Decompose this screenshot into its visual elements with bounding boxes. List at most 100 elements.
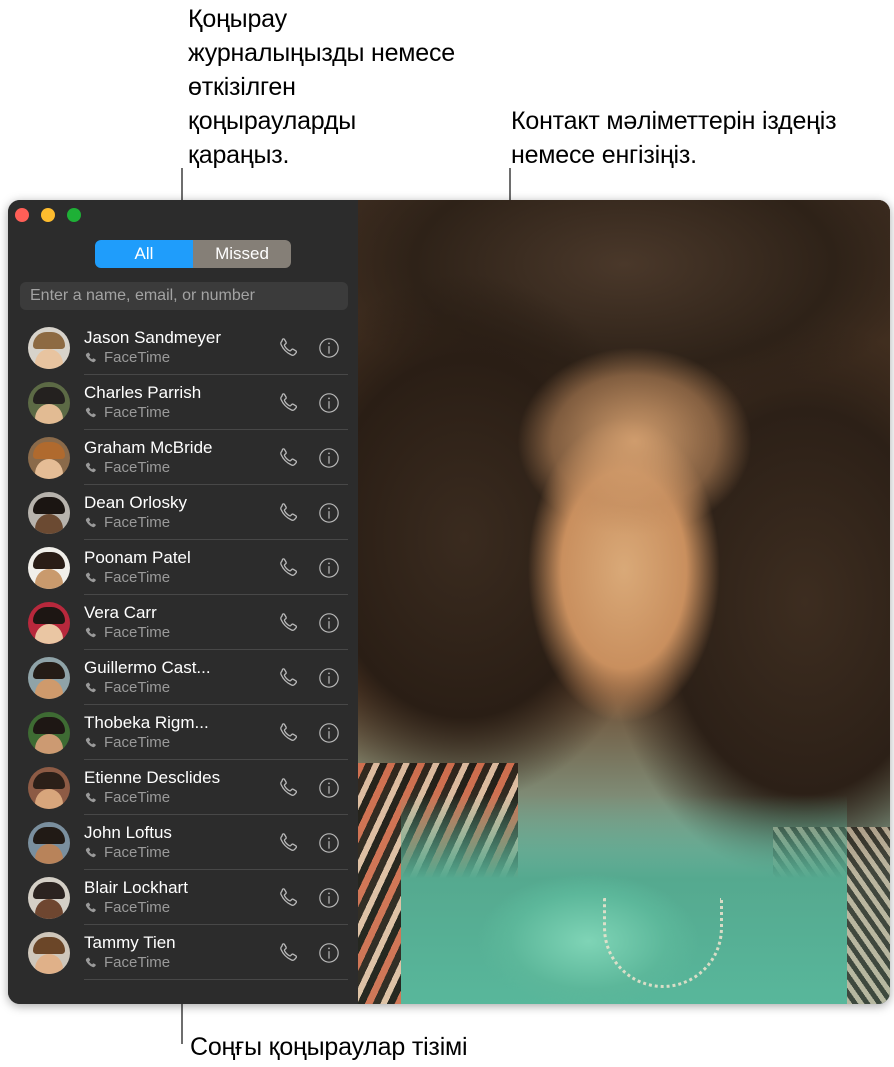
- avatar: [28, 601, 70, 644]
- info-icon[interactable]: [318, 447, 340, 469]
- sidebar: All Missed Enter a name, email, or numbe…: [8, 200, 358, 1004]
- call-type-label: FaceTime: [104, 459, 171, 476]
- search-input[interactable]: Enter a name, email, or number: [20, 282, 348, 310]
- call-type-row: FaceTime: [84, 569, 276, 587]
- call-list-item[interactable]: Jason Sandmeyer FaceTime: [8, 320, 358, 375]
- tab-missed[interactable]: Missed: [193, 240, 291, 268]
- avatar: [28, 876, 70, 919]
- call-item-actions: [276, 886, 340, 910]
- contact-name: Blair Lockhart: [84, 878, 188, 897]
- search-placeholder: Enter a name, email, or number: [30, 287, 255, 304]
- info-icon[interactable]: [318, 612, 340, 634]
- call-list-item[interactable]: John Loftus FaceTime: [8, 815, 358, 870]
- phone-icon[interactable]: [276, 941, 300, 965]
- info-icon[interactable]: [318, 502, 340, 524]
- call-filter-segmented-control[interactable]: All Missed: [95, 240, 291, 268]
- contact-name: Vera Carr: [84, 603, 157, 622]
- info-icon[interactable]: [318, 722, 340, 744]
- call-list-item[interactable]: Thobeka Rigm... FaceTime: [8, 705, 358, 760]
- call-list-item[interactable]: Vera Carr FaceTime: [8, 595, 358, 650]
- callout-call-log: Қоңырау журналыңызды немесе өткізілген қ…: [188, 5, 455, 169]
- info-icon[interactable]: [318, 557, 340, 579]
- phone-icon[interactable]: [276, 776, 300, 800]
- call-item-text: Jason Sandmeyer FaceTime: [84, 328, 276, 367]
- info-icon[interactable]: [318, 667, 340, 689]
- call-list-item[interactable]: Graham McBride FaceTime: [8, 430, 358, 485]
- call-type-row: FaceTime: [84, 514, 276, 532]
- call-list-item[interactable]: Poonam Patel FaceTime: [8, 540, 358, 595]
- phone-icon[interactable]: [276, 336, 300, 360]
- phone-icon[interactable]: [276, 556, 300, 580]
- avatar: [28, 931, 70, 974]
- phone-handset-icon: [84, 791, 98, 805]
- call-list-item[interactable]: Etienne Desclides FaceTime: [8, 760, 358, 815]
- call-type-label: FaceTime: [104, 624, 171, 641]
- video-call-panel[interactable]: [358, 200, 890, 1004]
- tab-all[interactable]: All: [95, 240, 193, 268]
- phone-handset-icon: [84, 461, 98, 475]
- phone-handset-icon: [84, 406, 98, 420]
- phone-handset-icon: [84, 571, 98, 585]
- avatar: [28, 491, 70, 534]
- callout-contact-search: Контакт мәліметтерін іздеңіз немесе енгі…: [511, 107, 837, 169]
- call-item-actions: [276, 721, 340, 745]
- call-type-label: FaceTime: [104, 569, 171, 586]
- call-type-label: FaceTime: [104, 349, 171, 366]
- call-type-row: FaceTime: [84, 954, 276, 972]
- call-item-text: Vera Carr FaceTime: [84, 603, 276, 642]
- call-item-actions: [276, 501, 340, 525]
- phone-icon[interactable]: [276, 831, 300, 855]
- info-icon[interactable]: [318, 337, 340, 359]
- info-icon[interactable]: [318, 942, 340, 964]
- info-icon[interactable]: [318, 777, 340, 799]
- phone-icon[interactable]: [276, 886, 300, 910]
- call-item-text: Poonam Patel FaceTime: [84, 548, 276, 587]
- call-list-item[interactable]: Charles Parrish FaceTime: [8, 375, 358, 430]
- avatar: [28, 381, 70, 424]
- call-list-item[interactable]: Blair Lockhart FaceTime: [8, 870, 358, 925]
- phone-icon[interactable]: [276, 666, 300, 690]
- call-type-row: FaceTime: [84, 349, 276, 367]
- avatar: [28, 766, 70, 809]
- call-item-actions: [276, 831, 340, 855]
- call-list-item[interactable]: Guillermo Cast... FaceTime: [8, 650, 358, 705]
- call-list-item[interactable]: Dean Orlosky FaceTime: [8, 485, 358, 540]
- contact-name: Tammy Tien: [84, 933, 176, 952]
- minimize-window-button[interactable]: [41, 208, 55, 222]
- info-icon[interactable]: [318, 832, 340, 854]
- phone-icon[interactable]: [276, 501, 300, 525]
- phone-handset-icon: [84, 626, 98, 640]
- phone-handset-icon: [84, 351, 98, 365]
- zoom-window-button[interactable]: [67, 208, 81, 222]
- phone-handset-icon: [84, 901, 98, 915]
- call-type-row: FaceTime: [84, 789, 276, 807]
- call-item-text: Etienne Desclides FaceTime: [84, 768, 276, 807]
- contact-name: Etienne Desclides: [84, 768, 221, 787]
- call-list-item[interactable]: Tammy Tien FaceTime: [8, 925, 358, 980]
- call-type-label: FaceTime: [104, 404, 171, 421]
- phone-icon[interactable]: [276, 446, 300, 470]
- call-item-text: Graham McBride FaceTime: [84, 438, 276, 477]
- contact-name: Jason Sandmeyer: [84, 328, 222, 347]
- facetime-window: All Missed Enter a name, email, or numbe…: [8, 200, 890, 1004]
- call-item-actions: [276, 391, 340, 415]
- call-item-actions: [276, 556, 340, 580]
- info-icon[interactable]: [318, 887, 340, 909]
- call-item-text: Thobeka Rigm... FaceTime: [84, 713, 276, 752]
- phone-handset-icon: [84, 516, 98, 530]
- phone-icon[interactable]: [276, 391, 300, 415]
- avatar: [28, 436, 70, 479]
- phone-handset-icon: [84, 681, 98, 695]
- call-item-actions: [276, 336, 340, 360]
- avatar: [28, 821, 70, 864]
- contact-name: Graham McBride: [84, 438, 213, 457]
- call-type-label: FaceTime: [104, 954, 171, 971]
- recent-calls-list[interactable]: Jason Sandmeyer FaceTime Charles Parrish Fa…: [8, 320, 358, 1004]
- info-icon[interactable]: [318, 392, 340, 414]
- call-item-actions: [276, 776, 340, 800]
- close-window-button[interactable]: [15, 208, 29, 222]
- phone-icon[interactable]: [276, 721, 300, 745]
- call-type-label: FaceTime: [104, 734, 171, 751]
- phone-icon[interactable]: [276, 611, 300, 635]
- contact-name: Dean Orlosky: [84, 493, 187, 512]
